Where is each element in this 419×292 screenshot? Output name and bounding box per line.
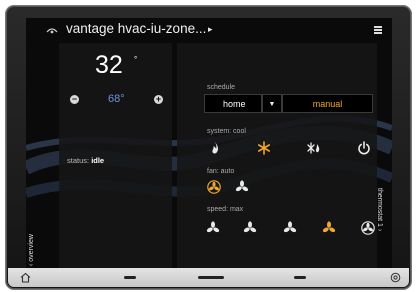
title-arrow-icon[interactable]: ▸ <box>208 24 213 35</box>
temperature-unit: ° <box>134 55 138 64</box>
fan-on-icon[interactable] <box>235 180 249 194</box>
fan-speed-auto-icon[interactable] <box>361 221 375 235</box>
status-label: status: <box>67 156 90 165</box>
bottom-bar <box>8 268 409 287</box>
schedule-dropdown-icon[interactable]: ▼ <box>262 94 282 113</box>
fan-auto-icon[interactable] <box>207 180 221 194</box>
increase-setpoint-button[interactable]: + <box>154 95 163 104</box>
fan-label: fan: auto <box>207 168 235 175</box>
nav-indicator-center <box>198 276 224 279</box>
nav-indicator-left <box>124 276 136 279</box>
home-icon[interactable] <box>20 272 31 283</box>
status-line: status: idle <box>67 156 104 165</box>
controls-panel: schedule home ▼ manual system: cool fan:… <box>177 43 377 269</box>
fan-speed-2-icon[interactable] <box>243 221 257 235</box>
menu-icon[interactable] <box>374 26 382 34</box>
system-label: system: cool <box>207 128 246 135</box>
fan-speed-3-icon[interactable] <box>283 221 297 235</box>
fan-speed-1-icon[interactable] <box>206 221 220 235</box>
device-frame: vantage hvac-iu-zone... ▸ ‹ overview the… <box>6 6 411 289</box>
schedule-label: schedule <box>207 84 236 91</box>
screen: vantage hvac-iu-zone... ▸ ‹ overview the… <box>26 18 392 271</box>
power-icon[interactable] <box>390 272 401 283</box>
fan-speed-max-icon[interactable] <box>322 221 336 235</box>
temperature-panel: 32 ° − 68° + status: idle <box>59 43 172 269</box>
heat-icon[interactable] <box>208 141 222 155</box>
current-temperature: 32 <box>95 51 123 79</box>
top-bar: vantage hvac-iu-zone... ▸ <box>26 18 392 42</box>
setpoint-value: 68° <box>108 93 125 105</box>
thermostat-icon <box>46 28 58 34</box>
manual-button[interactable]: manual <box>282 94 373 113</box>
thermostat-nav[interactable]: thermostat 1 › <box>376 188 383 231</box>
overview-nav[interactable]: ‹ overview <box>28 234 35 266</box>
speed-label: speed: max <box>207 206 244 213</box>
page-title[interactable]: vantage hvac-iu-zone... <box>66 21 206 36</box>
cool-icon[interactable] <box>257 141 271 155</box>
auto-mode-icon[interactable] <box>307 141 321 155</box>
schedule-select[interactable]: home <box>204 94 262 113</box>
status-value: idle <box>91 156 105 165</box>
decrease-setpoint-button[interactable]: − <box>70 95 79 104</box>
nav-indicator-right <box>294 276 306 279</box>
power-off-icon[interactable] <box>357 141 371 155</box>
